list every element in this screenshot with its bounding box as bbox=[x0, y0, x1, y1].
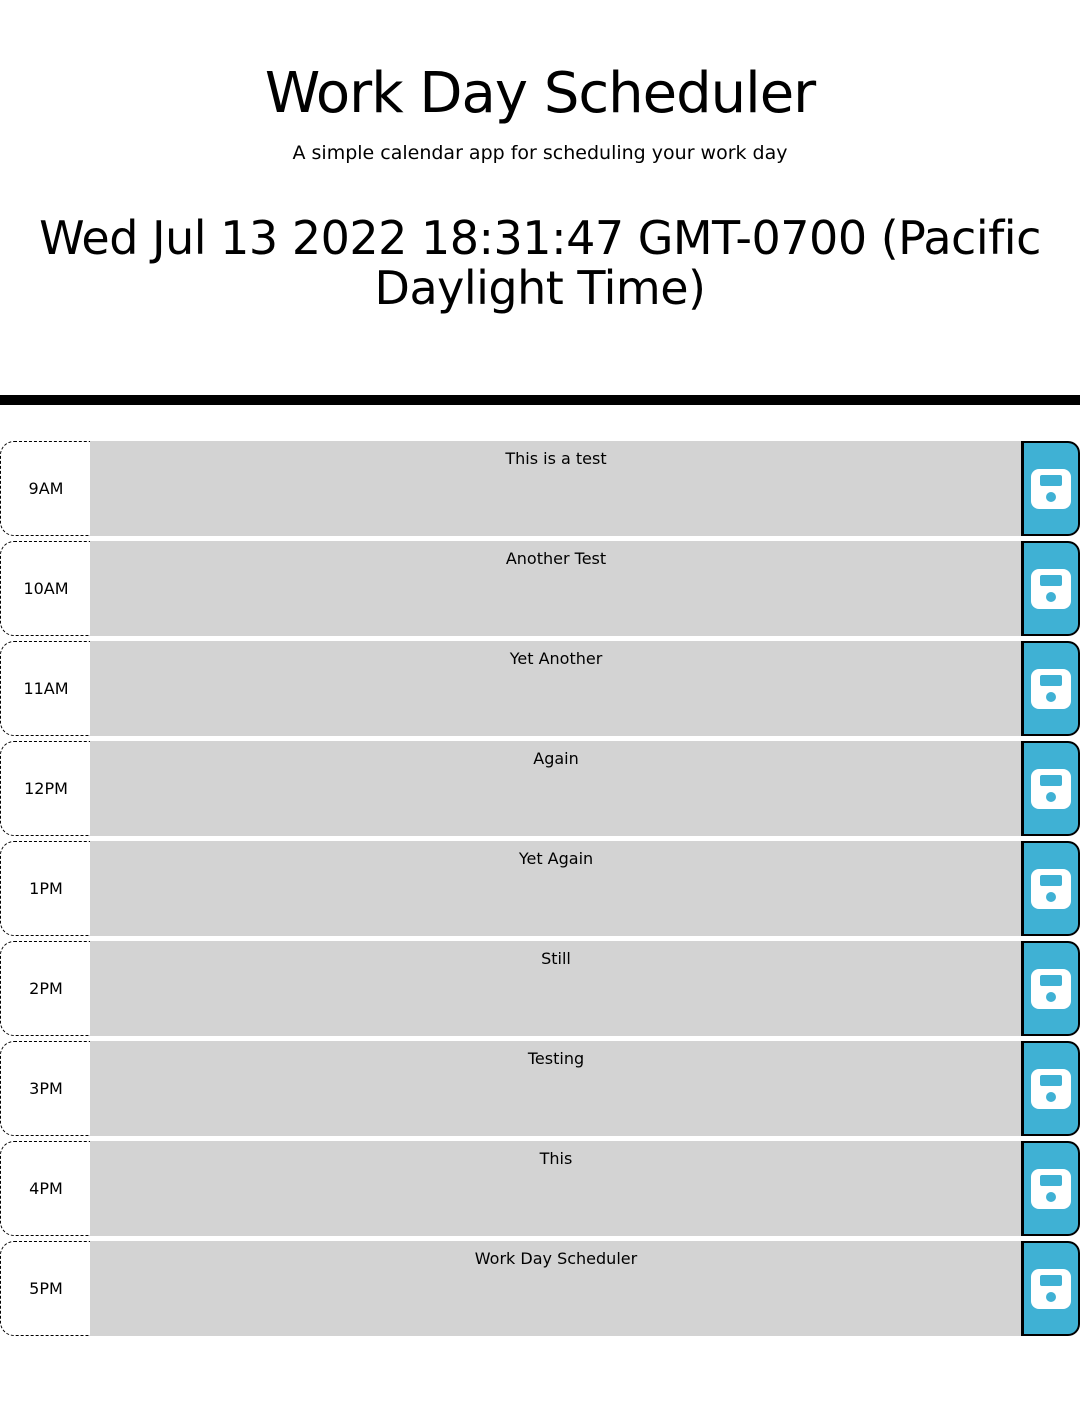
save-button[interactable] bbox=[1021, 941, 1080, 1036]
hour-label: 3PM bbox=[0, 1041, 91, 1136]
save-button[interactable] bbox=[1021, 1141, 1080, 1236]
floppy-disk-icon bbox=[1031, 868, 1071, 909]
time-block: 1PM Yet Again bbox=[0, 841, 1080, 936]
hour-label: 2PM bbox=[0, 941, 91, 1036]
page-subtitle: A simple calendar app for scheduling you… bbox=[292, 142, 788, 164]
description-input[interactable]: Yet Again bbox=[90, 841, 1022, 936]
floppy-disk-icon bbox=[1031, 1068, 1071, 1109]
time-block: 12PM Again bbox=[0, 741, 1080, 836]
description-input[interactable]: This is a test bbox=[90, 441, 1022, 536]
time-block: 11AM Yet Another bbox=[0, 641, 1080, 736]
save-button[interactable] bbox=[1021, 441, 1080, 536]
hour-label: 9AM bbox=[0, 441, 91, 536]
hour-label: 11AM bbox=[0, 641, 91, 736]
time-block: 2PM Still bbox=[0, 941, 1080, 1036]
save-button[interactable] bbox=[1021, 541, 1080, 636]
hour-label: 12PM bbox=[0, 741, 91, 836]
floppy-disk-icon bbox=[1031, 568, 1071, 609]
hour-label: 5PM bbox=[0, 1241, 91, 1336]
time-block: 4PM This bbox=[0, 1141, 1080, 1236]
time-block: 5PM Work Day Scheduler bbox=[0, 1241, 1080, 1336]
time-block: 9AM This is a test bbox=[0, 441, 1080, 536]
page-title: Work Day Scheduler bbox=[264, 61, 816, 126]
floppy-disk-icon bbox=[1031, 468, 1071, 509]
description-input[interactable]: Still bbox=[90, 941, 1022, 1036]
hour-label: 1PM bbox=[0, 841, 91, 936]
current-day: Wed Jul 13 2022 18:31:47 GMT-0700 (Pacif… bbox=[39, 211, 1041, 315]
description-input[interactable]: Work Day Scheduler bbox=[90, 1241, 1022, 1336]
description-input[interactable]: Another Test bbox=[90, 541, 1022, 636]
description-input[interactable]: This bbox=[90, 1141, 1022, 1236]
time-block: 3PM Testing bbox=[0, 1041, 1080, 1136]
floppy-disk-icon bbox=[1031, 1268, 1071, 1309]
save-button[interactable] bbox=[1021, 741, 1080, 836]
save-button[interactable] bbox=[1021, 641, 1080, 736]
save-button[interactable] bbox=[1021, 1241, 1080, 1336]
header: Work Day Scheduler A simple calendar app… bbox=[0, 0, 1080, 405]
floppy-disk-icon bbox=[1031, 1168, 1071, 1209]
hour-label: 10AM bbox=[0, 541, 91, 636]
description-input[interactable]: Yet Another bbox=[90, 641, 1022, 736]
time-block: 10AM Another Test bbox=[0, 541, 1080, 636]
floppy-disk-icon bbox=[1031, 668, 1071, 709]
hour-label: 4PM bbox=[0, 1141, 91, 1236]
description-input[interactable]: Again bbox=[90, 741, 1022, 836]
floppy-disk-icon bbox=[1031, 968, 1071, 1009]
save-button[interactable] bbox=[1021, 1041, 1080, 1136]
description-input[interactable]: Testing bbox=[90, 1041, 1022, 1136]
floppy-disk-icon bbox=[1031, 768, 1071, 809]
save-button[interactable] bbox=[1021, 841, 1080, 936]
